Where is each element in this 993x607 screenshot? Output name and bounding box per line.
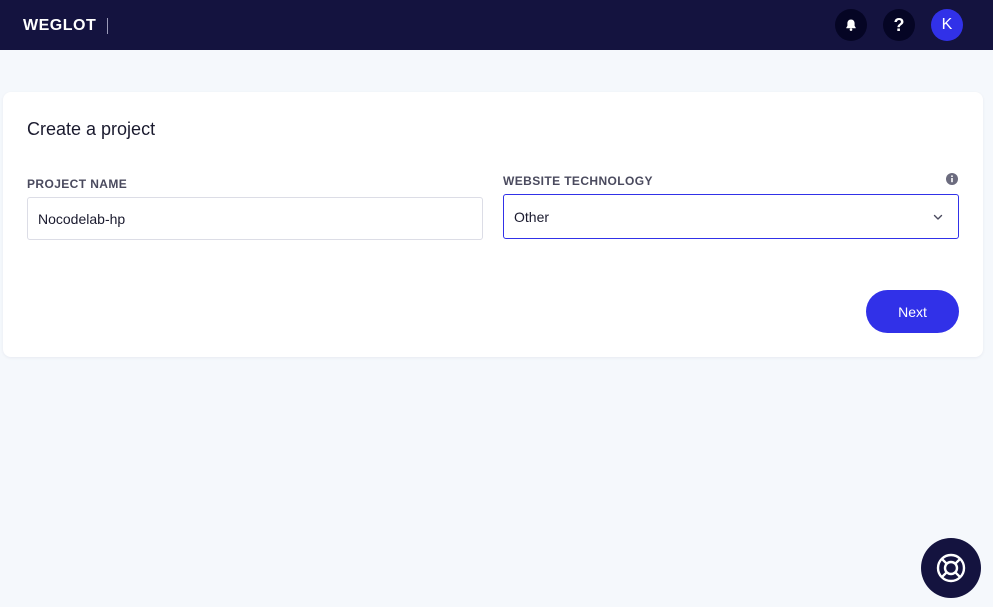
info-icon[interactable] (945, 172, 959, 186)
avatar-initial: K (941, 16, 953, 33)
logo-divider (107, 18, 108, 34)
selected-technology: Other (514, 208, 550, 225)
website-technology-select[interactable]: Other (503, 194, 959, 239)
create-project-card: Create a project PROJECT NAME WEBSITE TE… (3, 92, 983, 357)
top-navigation-bar: WEGLOT ? K (0, 0, 993, 50)
website-technology-label: WEBSITE TECHNOLOGY (503, 174, 653, 188)
next-button[interactable]: Next (866, 290, 959, 333)
lifebuoy-icon (936, 553, 966, 583)
weglot-logo[interactable]: WEGLOT (23, 17, 96, 35)
bell-icon (846, 19, 856, 31)
user-avatar[interactable]: K (931, 9, 963, 41)
project-name-label: PROJECT NAME (27, 177, 128, 191)
chevron-down-icon (933, 214, 943, 220)
help-button[interactable]: ? (883, 9, 915, 41)
question-mark-icon: ? (893, 14, 905, 35)
support-widget-button[interactable] (921, 538, 981, 598)
notifications-button[interactable] (835, 9, 867, 41)
page-title: Create a project (27, 119, 156, 139)
project-name-input[interactable] (27, 197, 483, 240)
